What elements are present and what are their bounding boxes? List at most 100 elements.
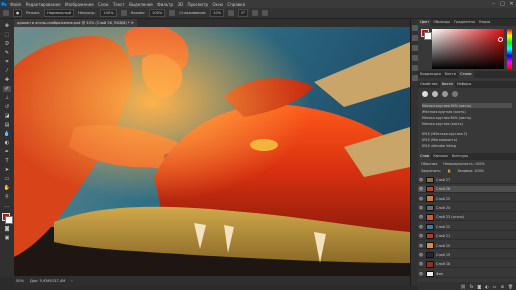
new-layer-icon[interactable]: ⊞ — [501, 284, 504, 289]
brush-tip-icon[interactable] — [452, 91, 458, 97]
layer-row[interactable]: 👁 Слой 21 — [418, 232, 516, 240]
panel-background-swatch[interactable] — [424, 32, 432, 40]
brush-icon[interactable]: ✐ — [3, 86, 11, 92]
gear-icon[interactable] — [228, 10, 235, 16]
tab-presets[interactable]: Наборы — [455, 81, 473, 88]
lasso-icon[interactable]: ᘐ — [3, 41, 11, 47]
visibility-eye-icon[interactable]: 👁 — [418, 272, 424, 276]
new-group-icon[interactable]: ▭ — [493, 284, 497, 289]
menu-filter[interactable]: Фильтр — [155, 2, 175, 7]
gradient-icon[interactable]: ▤ — [3, 122, 11, 128]
layer-name[interactable]: Слой 18 — [436, 262, 450, 266]
layer-name[interactable]: Слой 22 — [436, 225, 450, 229]
menu-edit[interactable]: Редактирование — [23, 2, 62, 7]
menu-view[interactable]: Просмотр — [185, 2, 210, 7]
tab-patterns[interactable]: Узоры — [477, 19, 492, 26]
menu-window[interactable]: Окно — [210, 2, 225, 7]
visibility-eye-icon[interactable]: 👁 — [418, 215, 424, 219]
quick-select-icon[interactable]: ✎ — [3, 50, 11, 56]
document-tab[interactable]: дракон и огонь-изображение.psd @ 50% (Сл… — [14, 19, 137, 27]
layer-row[interactable]: 👁 Фон — [418, 270, 516, 278]
tab-brushes-mid[interactable]: Кисти — [443, 71, 458, 78]
opacity-field[interactable]: 100% — [100, 9, 117, 17]
smoothing-field[interactable]: 10% — [210, 9, 225, 17]
visibility-eye-icon[interactable]: 👁 — [418, 197, 424, 201]
stamp-icon[interactable]: ⊥ — [3, 95, 11, 101]
move-icon[interactable]: ✥ — [3, 23, 11, 29]
color-picker-field[interactable] — [432, 29, 504, 69]
layer-row[interactable]: 👁 Слой 23 (огонь) — [418, 214, 516, 222]
tab-paths[interactable]: Контуры — [450, 153, 470, 160]
tab-color[interactable]: Цвет — [418, 19, 432, 26]
layer-row[interactable]: 👁 Слой 22 — [418, 223, 516, 231]
type-icon[interactable]: T — [3, 158, 11, 164]
menu-3d[interactable]: 3D — [175, 2, 185, 7]
airbrush-icon[interactable] — [169, 10, 176, 16]
blend-mode-select[interactable]: Обычные — [421, 162, 437, 166]
status-arrow-icon[interactable]: › — [71, 279, 72, 283]
healing-icon[interactable]: ✚ — [3, 77, 11, 83]
close-tab-icon[interactable]: ✕ — [131, 21, 134, 25]
link-layers-icon[interactable]: ⛓ — [461, 284, 466, 289]
angle-field[interactable]: 0° — [238, 9, 249, 17]
visibility-eye-icon[interactable]: 👁 — [418, 234, 424, 238]
menu-help[interactable]: Справка — [225, 2, 247, 7]
pressure-size-icon[interactable] — [252, 10, 259, 16]
zoom-level[interactable]: 50% — [16, 279, 24, 283]
brush-preset-icon[interactable] — [3, 10, 9, 16]
zoom-icon[interactable]: ⚲ — [3, 194, 11, 200]
menu-file[interactable]: Файл — [8, 2, 23, 7]
path-select-icon[interactable]: ➤ — [3, 167, 11, 173]
color-picker-cursor[interactable] — [498, 37, 503, 42]
tab-adjustments[interactable]: Коррекция — [418, 71, 443, 78]
tab-layers[interactable]: Слои — [418, 153, 432, 160]
layer-name[interactable]: Слой 23 (огонь) — [436, 215, 464, 219]
background-color-swatch[interactable] — [5, 216, 13, 224]
hue-slider[interactable] — [507, 29, 512, 69]
layer-name[interactable]: Слой 27 — [436, 178, 450, 182]
layer-row[interactable]: 👁 Слой 19 — [418, 251, 516, 259]
tab-swatches[interactable]: Образцы — [431, 19, 452, 26]
visibility-eye-icon[interactable]: 👁 — [418, 262, 424, 266]
visibility-eye-icon[interactable]: 👁 — [418, 187, 424, 191]
visibility-eye-icon[interactable]: 👁 — [418, 178, 424, 182]
layer-name[interactable]: Фон — [436, 272, 443, 276]
pressure-opacity-icon[interactable] — [120, 10, 127, 16]
brush-preset-item[interactable]: Мягкая круглая 90% (кисть) — [422, 103, 512, 108]
layer-row[interactable]: 👁 Слой 26 — [418, 185, 516, 193]
marquee-icon[interactable]: ⬚ — [3, 32, 11, 38]
layer-name[interactable]: Слой 19 — [436, 253, 450, 257]
brush-tip-icon[interactable] — [422, 91, 428, 97]
visibility-eye-icon[interactable]: 👁 — [418, 206, 424, 210]
minimize-button[interactable]: – — [489, 0, 498, 8]
flow-field[interactable]: 100% — [149, 9, 166, 17]
menu-select[interactable]: Выделение — [127, 2, 155, 7]
maximize-button[interactable]: □ — [498, 0, 507, 8]
layer-row[interactable]: 👁 Слой 25 — [418, 195, 516, 203]
lock-icon[interactable]: 🔒 — [447, 169, 451, 173]
close-button[interactable]: ✕ — [507, 0, 516, 8]
visibility-eye-icon[interactable]: 👁 — [418, 225, 424, 229]
brush-tip-icon[interactable] — [432, 91, 438, 97]
blur-icon[interactable]: 💧 — [3, 131, 11, 137]
layer-name[interactable]: Слой 25 — [436, 197, 450, 201]
eraser-icon[interactable]: ◪ — [3, 113, 11, 119]
tab-styles[interactable]: Стили — [457, 71, 474, 78]
history-brush-icon[interactable]: ↺ — [3, 104, 11, 110]
visibility-eye-icon[interactable]: 👁 — [418, 244, 424, 248]
tab-channels[interactable]: Каналы — [431, 153, 449, 160]
canvas-area[interactable] — [14, 27, 410, 276]
dodge-icon[interactable]: ◐ — [3, 140, 11, 146]
adjustment-layer-icon[interactable]: ◐ — [485, 284, 489, 289]
shape-icon[interactable]: ▭ — [3, 176, 11, 182]
delete-layer-icon[interactable]: 🗑 — [508, 284, 513, 289]
layer-row[interactable]: 👁 Слой 27 — [418, 176, 516, 184]
hand-icon[interactable]: ✋ — [3, 185, 11, 191]
brush-preset-item[interactable]: KYLE (Мягкая/кисть) — [422, 137, 512, 142]
brush-size-box[interactable]: ● — [13, 9, 23, 17]
tab-brush-properties[interactable]: Свойства — [418, 81, 440, 88]
brush-preset-item[interactable]: KYLE (Жёсткая круглая 2) — [422, 131, 512, 136]
layer-name[interactable]: Слой 24 — [436, 206, 450, 210]
tab-gradients[interactable]: Градиенты — [452, 19, 477, 26]
layer-fill[interactable]: Заливка: 100% — [457, 169, 484, 173]
